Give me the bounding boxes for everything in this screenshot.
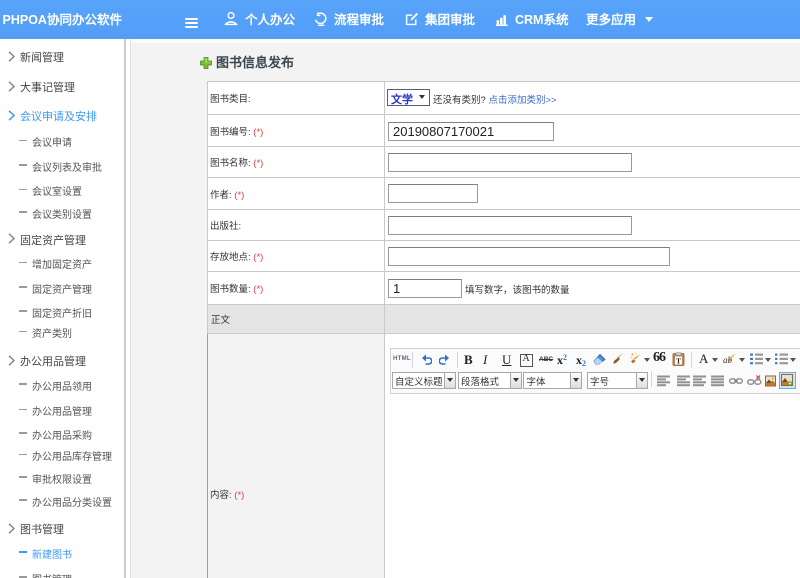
svg-text:T: T	[676, 357, 681, 366]
